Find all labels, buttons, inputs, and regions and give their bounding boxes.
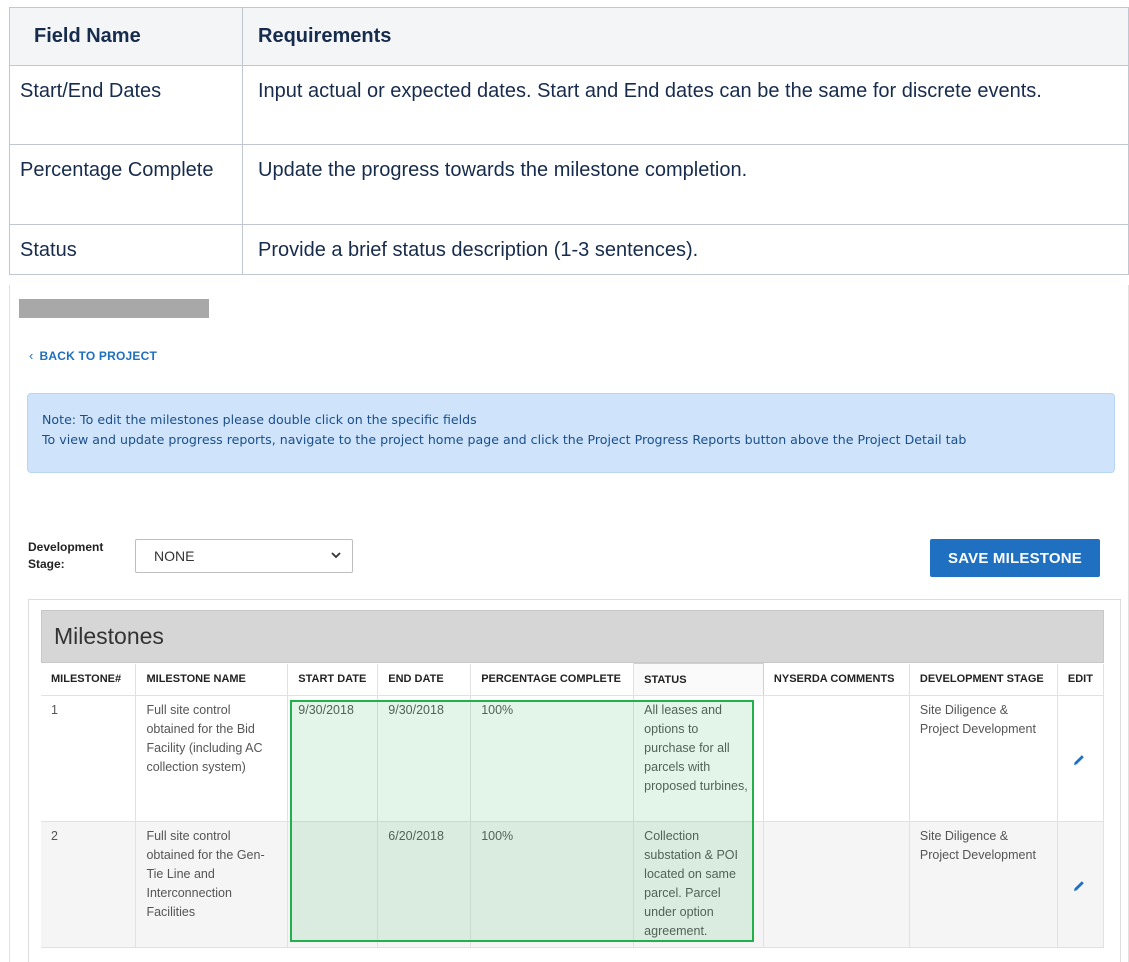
end-date-field[interactable]: 6/20/2018 <box>377 821 472 948</box>
status-field[interactable]: Collection substation & POI located on s… <box>633 821 764 948</box>
table-row: 2 Full site control obtained for the Gen… <box>41 821 1105 948</box>
field-name-cell: Percentage Complete <box>9 144 243 225</box>
header-requirements: Requirements <box>242 7 1129 66</box>
start-date-field[interactable] <box>287 821 379 948</box>
redacted-title-bar <box>19 299 209 318</box>
pencil-icon[interactable] <box>1071 878 1087 894</box>
end-date-field[interactable]: 9/30/2018 <box>377 695 472 822</box>
percentage-field[interactable]: 100% <box>470 695 635 822</box>
milestones-title: Milestones <box>54 623 164 649</box>
table-row: Percentage Complete Update the progress … <box>9 144 1129 225</box>
development-stage-value: Site Diligence & Project Development <box>909 695 1058 822</box>
pencil-icon[interactable] <box>1071 752 1087 768</box>
milestones-header-row: MILESTONE# MILESTONE NAME START DATE END… <box>41 663 1105 696</box>
status-field[interactable]: All leases and options to purchase for a… <box>633 695 764 822</box>
milestone-name: Full site control obtained for the Bid F… <box>135 695 289 822</box>
development-stage-value: Site Diligence & Project Development <box>909 821 1058 948</box>
milestone-number: 1 <box>41 695 137 822</box>
header-field-name: Field Name <box>9 7 243 66</box>
back-to-project-link[interactable]: ‹ BACK TO PROJECT <box>29 348 157 363</box>
col-nyserda-comments[interactable]: NYSERDA COMMENTS <box>763 663 910 696</box>
milestone-number: 2 <box>41 821 137 948</box>
save-milestone-button[interactable]: SAVE MILESTONE <box>930 539 1100 577</box>
note-line-2: To view and update progress reports, nav… <box>42 432 967 447</box>
table-row: Status Provide a brief status descriptio… <box>9 224 1129 275</box>
edit-cell <box>1057 695 1105 822</box>
col-start-date[interactable]: START DATE <box>287 663 379 696</box>
milestones-table: MILESTONE# MILESTONE NAME START DATE END… <box>41 663 1105 948</box>
requirement-cell: Provide a brief status description (1-3 … <box>242 224 1129 275</box>
col-status[interactable]: STATUS <box>633 663 764 696</box>
milestone-name: Full site control obtained for the Gen-T… <box>135 821 289 948</box>
col-percentage-complete[interactable]: PERCENTAGE COMPLETE <box>470 663 635 696</box>
milestones-panel: Milestones MILESTONE# MILESTONE NAME STA… <box>28 599 1121 962</box>
note-line-1: Note: To edit the milestones please doub… <box>42 412 477 427</box>
development-stage-label: Development Stage: <box>28 540 104 571</box>
nyserda-comments-field <box>763 695 910 822</box>
edit-cell <box>1057 821 1105 948</box>
note-banner: Note: To edit the milestones please doub… <box>27 393 1115 473</box>
requirement-cell: Update the progress towards the mileston… <box>242 144 1129 225</box>
field-name-cell: Start/End Dates <box>9 65 243 145</box>
milestones-header: Milestones <box>41 610 1104 663</box>
percentage-field[interactable]: 100% <box>470 821 635 948</box>
requirements-header-row: Field Name Requirements <box>9 7 1129 66</box>
development-stage-value: NONE <box>154 548 195 564</box>
col-development-stage[interactable]: DEVELOPMENT STAGE <box>909 663 1058 696</box>
col-milestone-number[interactable]: MILESTONE# <box>41 663 137 696</box>
col-milestone-name[interactable]: MILESTONE NAME <box>135 663 289 696</box>
col-edit: EDIT <box>1057 663 1105 696</box>
milestones-app: ‹ BACK TO PROJECT Note: To edit the mile… <box>9 285 1129 962</box>
col-end-date[interactable]: END DATE <box>377 663 472 696</box>
field-name-cell: Status <box>9 224 243 275</box>
requirements-table: Field Name Requirements Start/End Dates … <box>9 7 1129 275</box>
nyserda-comments-field <box>763 821 910 948</box>
requirement-cell: Input actual or expected dates. Start an… <box>242 65 1129 145</box>
table-row: Start/End Dates Input actual or expected… <box>9 65 1129 145</box>
chevron-left-icon: ‹ <box>29 348 34 363</box>
table-row: 1 Full site control obtained for the Bid… <box>41 695 1105 822</box>
chevron-down-icon <box>331 552 341 559</box>
development-stage-select[interactable]: NONE <box>135 539 353 573</box>
back-link-label: BACK TO PROJECT <box>39 348 157 363</box>
start-date-field[interactable]: 9/30/2018 <box>287 695 379 822</box>
